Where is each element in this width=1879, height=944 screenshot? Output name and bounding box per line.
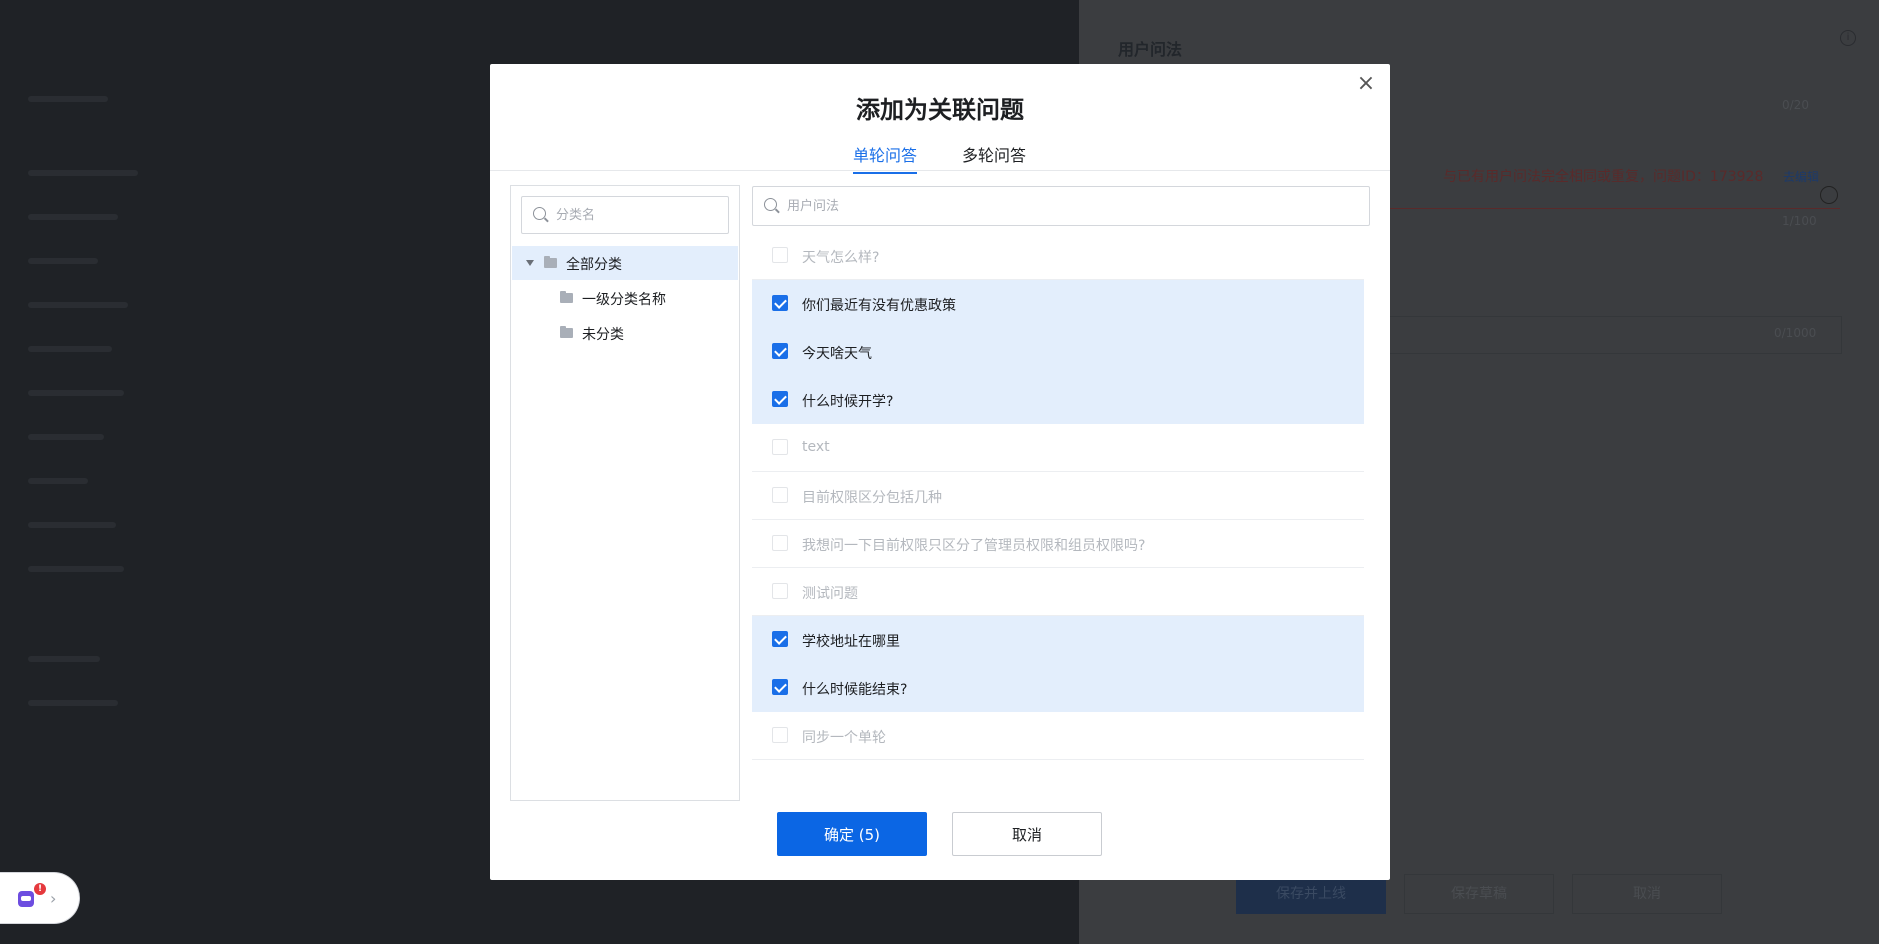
background-char-counter: 1/100 (1782, 214, 1817, 228)
background-char-counter: 0/1000 (1774, 326, 1817, 340)
ghost-line (28, 96, 108, 102)
checkbox-unchecked[interactable] (772, 535, 788, 551)
question-text: text (802, 439, 830, 455)
remove-circle-icon (1820, 186, 1838, 204)
checkbox-checked[interactable] (772, 295, 788, 311)
checkbox-checked[interactable] (772, 631, 788, 647)
question-search (752, 186, 1370, 226)
question-row[interactable]: text (752, 424, 1364, 472)
question-list: 天气怎么样? 你们最近有没有优惠政策 今天啥天气什么时候开学? text 目前权限区分包… (752, 232, 1364, 760)
modal-title: 添加为关联问题 (856, 96, 1024, 124)
checkbox-checked[interactable] (772, 679, 788, 695)
question-text: 你们最近有没有优惠政策 (802, 298, 956, 314)
tree-item-all-categories[interactable]: 全部分类 (512, 246, 738, 280)
add-related-question-modal: × 添加为关联问题 单轮问答 多轮问答 全部分类 一级分类名称 未分类 天气怎么… (490, 64, 1390, 880)
confirm-button[interactable]: 确定 (5) (777, 812, 927, 856)
background-textarea (1380, 316, 1842, 354)
tree-item-label: 一级分类名称 (582, 292, 666, 308)
question-search-input[interactable] (787, 187, 1359, 225)
chevron-right-icon: › (50, 889, 57, 908)
tree-item-level1[interactable]: 一级分类名称 (512, 281, 738, 315)
checkbox-unchecked[interactable] (772, 487, 788, 503)
ghost-line (28, 434, 104, 440)
question-text: 什么时候能结束? (802, 682, 908, 698)
tabs-divider (490, 170, 1390, 171)
question-row[interactable]: 今天啥天气 (752, 328, 1364, 376)
ghost-line (28, 522, 116, 528)
background-edit-link: 去编辑 (1783, 170, 1820, 184)
category-panel: 全部分类 一级分类名称 未分类 (510, 185, 740, 801)
cancel-button[interactable]: 取消 (952, 812, 1102, 856)
search-icon (764, 198, 777, 211)
background-error-underline (1380, 208, 1840, 209)
question-row[interactable]: 什么时候能结束? (752, 664, 1364, 712)
assistant-float-tab[interactable]: ! › (0, 872, 80, 924)
robot-icon (18, 891, 34, 907)
folder-icon (560, 291, 573, 303)
info-icon: i (1840, 30, 1856, 46)
question-row[interactable]: 目前权限区分包括几种 (752, 472, 1364, 520)
ghost-line (28, 656, 100, 662)
question-row[interactable]: 我想问一下目前权限只区分了管理员权限和组员权限吗? (752, 520, 1364, 568)
background-page-title: 用户问法 (1118, 40, 1183, 59)
ghost-line (28, 390, 124, 396)
ghost-line (28, 700, 118, 706)
ghost-line (28, 478, 88, 484)
tree-item-label: 未分类 (582, 327, 624, 343)
background-duplicate-warning: 与已有用户问法完全相同或重复，问题ID：173928 (1443, 169, 1764, 185)
caret-down-icon[interactable] (526, 260, 534, 266)
checkbox-checked[interactable] (772, 391, 788, 407)
checkbox-unchecked[interactable] (772, 727, 788, 743)
ghost-line (28, 170, 138, 176)
question-text: 目前权限区分包括几种 (802, 490, 942, 506)
question-row[interactable]: 天气怎么样? (752, 232, 1364, 280)
checkbox-checked[interactable] (772, 343, 788, 359)
ghost-line (28, 346, 112, 352)
question-row[interactable]: 测试问题 (752, 568, 1364, 616)
checkbox-unchecked[interactable] (772, 439, 788, 455)
ghost-line (28, 258, 98, 264)
ghost-line (28, 302, 128, 308)
question-row[interactable]: 你们最近有没有优惠政策 (752, 280, 1364, 328)
ghost-line (28, 214, 118, 220)
category-search (521, 196, 729, 234)
tab-multi-turn[interactable]: 多轮问答 (962, 142, 1026, 172)
tree-item-label: 全部分类 (566, 257, 622, 273)
ghost-line (28, 566, 124, 572)
question-row[interactable]: 学校地址在哪里 (752, 616, 1364, 664)
background-save-draft-button: 保存草稿 (1404, 874, 1554, 914)
background-char-counter: 0/20 (1782, 98, 1809, 112)
checkbox-unchecked[interactable] (772, 247, 788, 263)
checkbox-unchecked[interactable] (772, 583, 788, 599)
background-save-online-button: 保存并上线 (1236, 874, 1386, 914)
category-search-input[interactable] (556, 197, 718, 233)
question-row[interactable]: 什么时候开学? (752, 376, 1364, 424)
alert-badge: ! (34, 883, 46, 895)
search-icon (533, 207, 546, 220)
question-text: 测试问题 (802, 586, 858, 602)
question-text: 学校地址在哪里 (802, 634, 900, 650)
folder-icon (560, 326, 573, 338)
tree-item-uncategorized[interactable]: 未分类 (512, 316, 738, 350)
question-text: 天气怎么样? (802, 250, 880, 266)
question-row[interactable]: 同步一个单轮 (752, 712, 1364, 760)
folder-icon (544, 256, 557, 268)
question-text: 什么时候开学? (802, 394, 894, 410)
question-text: 我想问一下目前权限只区分了管理员权限和组员权限吗? (802, 538, 1146, 554)
background-cancel-button: 取消 (1572, 874, 1722, 914)
question-text: 今天啥天气 (802, 346, 872, 362)
question-text: 同步一个单轮 (802, 730, 886, 746)
